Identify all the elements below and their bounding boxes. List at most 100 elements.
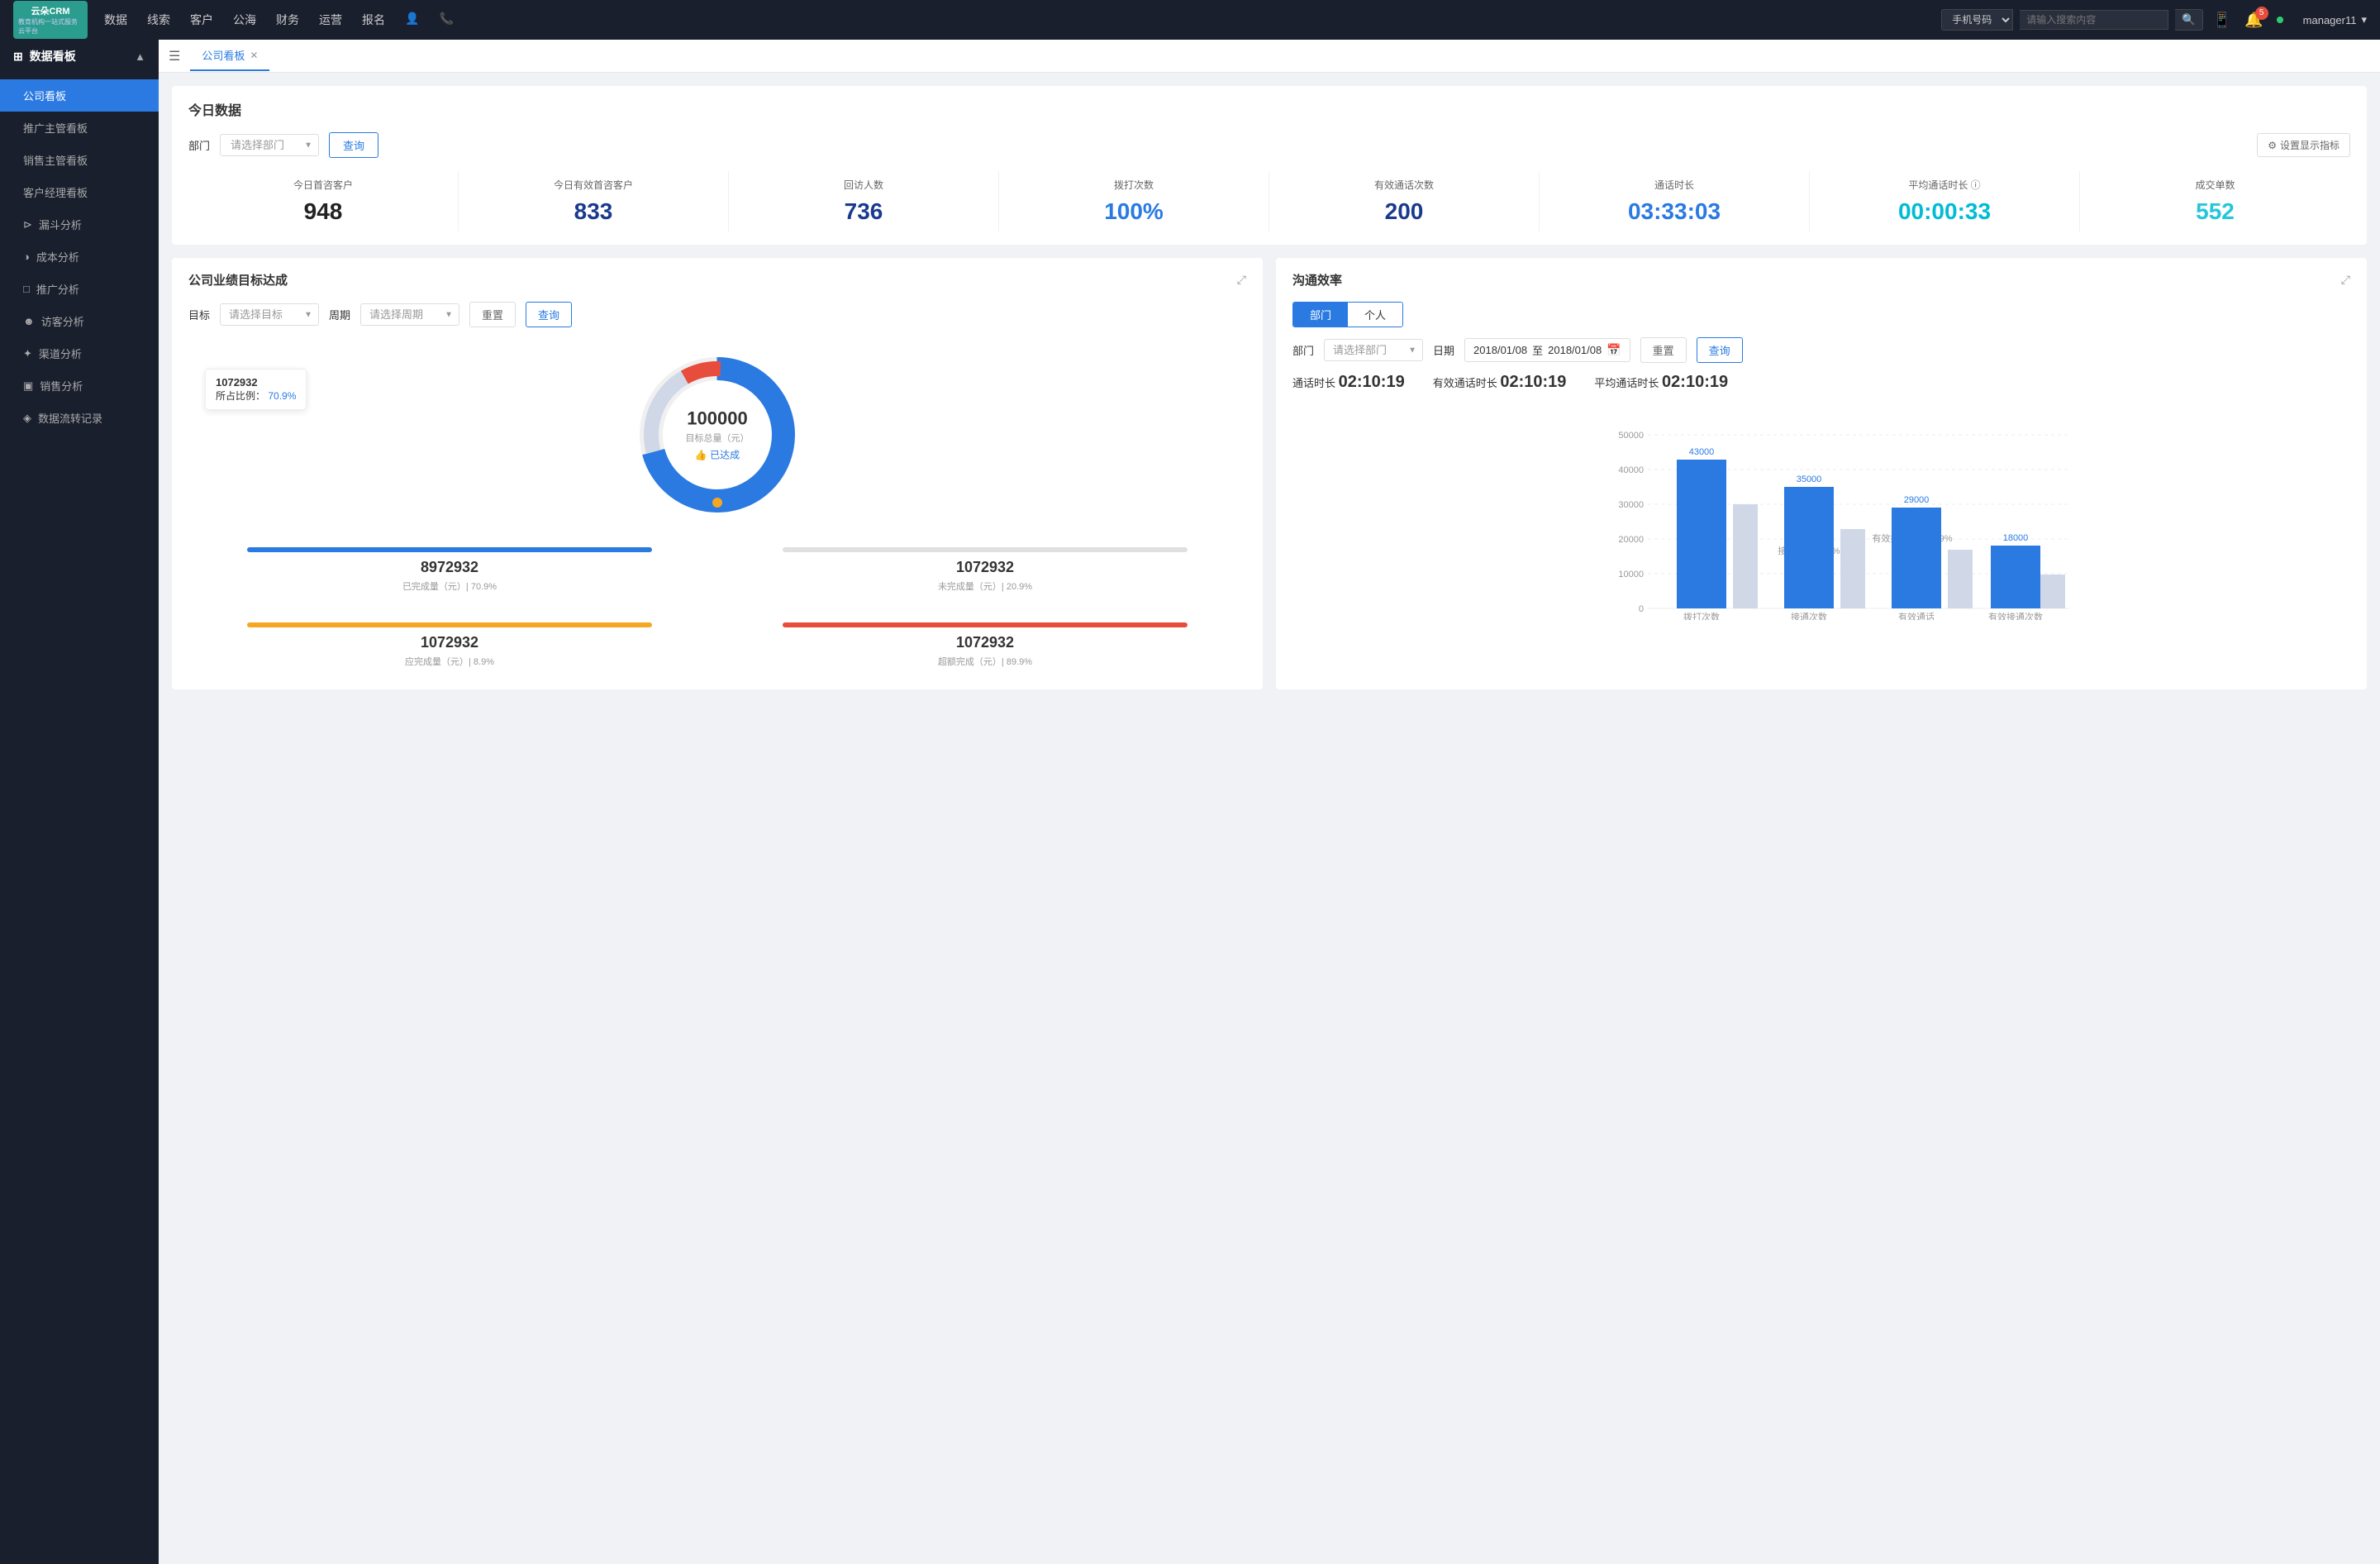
- tab-company-board[interactable]: 公司看板 ✕: [190, 41, 269, 71]
- dept-label: 部门: [188, 137, 210, 153]
- svg-text:20000: 20000: [1618, 535, 1644, 545]
- sidebar-item-sales-manager[interactable]: 销售主管看板: [0, 144, 159, 176]
- eff-filter-row: 部门 请选择部门 日期 2018/01/08 至 2018/01/08 📅: [1292, 337, 2350, 363]
- effective-duration-value: 02:10:19: [1500, 373, 1566, 391]
- eff-stats-row: 通话时长 02:10:19 有效通话时长 02:10:19 平均通话时长 02:…: [1292, 373, 2350, 392]
- svg-text:10000: 10000: [1618, 570, 1644, 579]
- tablet-icon[interactable]: 📱: [2213, 12, 2231, 29]
- date-from: 2018/01/08: [1473, 344, 1527, 356]
- sidebar-item-channel[interactable]: ✦ 渠道分析: [0, 337, 159, 370]
- date-separator: 至: [1532, 342, 1543, 358]
- user-info[interactable]: manager11 ▾: [2303, 13, 2367, 26]
- sidebar-item-customer-manager[interactable]: 客户经理看板: [0, 176, 159, 208]
- nav-item-ops[interactable]: 运营: [319, 8, 342, 31]
- metric-label: 今日有效首咨客户: [462, 178, 725, 192]
- nav-item-leads[interactable]: 线索: [147, 8, 170, 31]
- sidebar-title-text: 数据看板: [30, 48, 76, 64]
- eff-date-label: 日期: [1433, 342, 1454, 358]
- sidebar-item-label: 推广分析: [36, 281, 79, 297]
- tab-person-btn[interactable]: 个人: [1348, 303, 1402, 327]
- notification-icon[interactable]: 🔔 5: [2244, 12, 2263, 29]
- nav-item-sea[interactable]: 公海: [233, 8, 256, 31]
- sidebar-item-promo[interactable]: □ 推广分析: [0, 273, 159, 305]
- sidebar-section-header[interactable]: ⊞ 数据看板 ▲: [0, 40, 159, 73]
- search-type-select[interactable]: 手机号码: [1941, 9, 2013, 31]
- tab-dept-btn[interactable]: 部门: [1293, 303, 1348, 327]
- period-select[interactable]: 请选择周期: [360, 303, 459, 326]
- dept-select[interactable]: 请选择部门: [220, 134, 319, 156]
- filter-left: 部门 请选择部门 查询: [188, 132, 378, 158]
- sidebar-grid-icon: ⊞: [13, 50, 23, 64]
- channel-icon: ✦: [23, 347, 32, 360]
- setting-display-button[interactable]: ⚙ 设置显示指标: [2257, 133, 2350, 157]
- bar-chart-svg: 0 10000 20000 30000 40000 50000: [1334, 405, 2350, 620]
- sidebar-item-label: 推广主管看板: [23, 120, 88, 136]
- efficiency-panel: 沟通效率 ⤢ 部门 个人 部门 请选择部门 日期: [1276, 258, 2367, 689]
- eff-dept-label: 部门: [1292, 342, 1314, 358]
- goal-select[interactable]: 请选择目标: [220, 303, 319, 326]
- stat-bar-yellow: [247, 622, 652, 627]
- expand-icon2[interactable]: ⤢: [2341, 273, 2350, 287]
- date-to: 2018/01/08: [1548, 344, 1602, 356]
- stat-num: 1072932: [732, 634, 1238, 651]
- nav-icon-phone[interactable]: 📞: [439, 8, 453, 31]
- sidebar-item-funnel[interactable]: ⊳ 漏斗分析: [0, 208, 159, 241]
- today-section-title: 今日数据: [188, 99, 2350, 119]
- nav-item-customers[interactable]: 客户: [190, 8, 213, 31]
- top-navigation: 云朵CRM 教育机构一站式服务云平台 数据 线索 客户 公海 财务 运营 报名 …: [0, 0, 2380, 40]
- sidebar-item-company-board[interactable]: 公司看板: [0, 79, 159, 112]
- logo-box: 云朵CRM 教育机构一站式服务云平台: [13, 1, 88, 39]
- nav-item-signup[interactable]: 报名: [362, 8, 385, 31]
- period-label: 周期: [329, 307, 350, 322]
- bar-effective-light: [1948, 550, 1973, 608]
- tab-label: 公司看板: [202, 47, 245, 63]
- bar-effective-connect: [1991, 546, 2040, 608]
- nav-item-data[interactable]: 数据: [104, 8, 127, 31]
- svg-text:50000: 50000: [1618, 431, 1644, 441]
- date-range[interactable]: 2018/01/08 至 2018/01/08 📅: [1464, 338, 1630, 362]
- donut-chart-container: 100000 目标总量（元） 👍 已达成 1072932 所占比例： 70.9%: [188, 344, 1246, 526]
- nav-icon-user[interactable]: 👤: [405, 8, 419, 31]
- donut-chart-svg: [626, 344, 808, 526]
- bar-label4: 有效接通次数: [1988, 611, 2043, 620]
- search-input[interactable]: [2020, 10, 2168, 30]
- sidebar-item-sales[interactable]: ▣ 销售分析: [0, 370, 159, 402]
- tab-bar: ☰ 公司看板 ✕: [159, 40, 2380, 73]
- svg-text:0: 0: [1639, 604, 1644, 614]
- today-query-button[interactable]: 查询: [329, 132, 378, 158]
- metric-calls-made: 拨打次数 100%: [999, 171, 1269, 231]
- goal-select-wrap: 请选择目标: [220, 303, 319, 326]
- nav-items: 数据 线索 客户 公海 财务 运营 报名 👤 📞: [104, 8, 1941, 31]
- goal-query-button[interactable]: 查询: [526, 302, 572, 327]
- nav-item-finance[interactable]: 财务: [276, 8, 299, 31]
- stat-bar-gray: [783, 547, 1188, 552]
- bar-val1: 43000: [1689, 447, 1715, 457]
- dept-select-wrap: 请选择部门: [220, 134, 319, 156]
- sidebar-collapse-icon[interactable]: ▲: [135, 50, 145, 63]
- eff-call-duration: 通话时长 02:10:19: [1292, 373, 1408, 392]
- eff-effective-duration: 有效通话时长 02:10:19: [1433, 373, 1570, 392]
- eff-reset-button[interactable]: 重置: [1640, 337, 1687, 363]
- expand-icon[interactable]: ⤢: [1237, 273, 1246, 287]
- sidebar-item-visitor[interactable]: ☻ 访客分析: [0, 305, 159, 337]
- stat-over-complete: 1072932 超额完成（元）| 89.9%: [724, 614, 1246, 676]
- metric-value: 552: [2083, 198, 2347, 225]
- goal-reset-button[interactable]: 重置: [469, 302, 516, 327]
- metric-first-consult: 今日首咨客户 948: [188, 171, 459, 231]
- search-button[interactable]: 🔍: [2175, 9, 2203, 31]
- metric-effective-calls: 有效通话次数 200: [1269, 171, 1540, 231]
- stat-num: 1072932: [197, 634, 702, 651]
- sidebar-item-promo-manager[interactable]: 推广主管看板: [0, 112, 159, 144]
- sidebar-item-cost[interactable]: ◑ 成本分析: [0, 241, 159, 273]
- tab-close-icon[interactable]: ✕: [250, 50, 258, 61]
- eff-query-button[interactable]: 查询: [1697, 337, 1743, 363]
- metric-value: 100%: [1002, 198, 1265, 225]
- tab-toggle-icon[interactable]: ☰: [169, 48, 180, 64]
- sidebar-item-data-flow[interactable]: ◈ 数据流转记录: [0, 402, 159, 434]
- eff-dept-select-wrap: 请选择部门: [1324, 339, 1423, 361]
- metric-label: 成交单数: [2083, 178, 2347, 192]
- bar-label2: 接通次数: [1791, 611, 1827, 620]
- notification-badge: 5: [2255, 7, 2268, 20]
- eff-dept-select[interactable]: 请选择部门: [1324, 339, 1423, 361]
- period-select-wrap: 请选择周期: [360, 303, 459, 326]
